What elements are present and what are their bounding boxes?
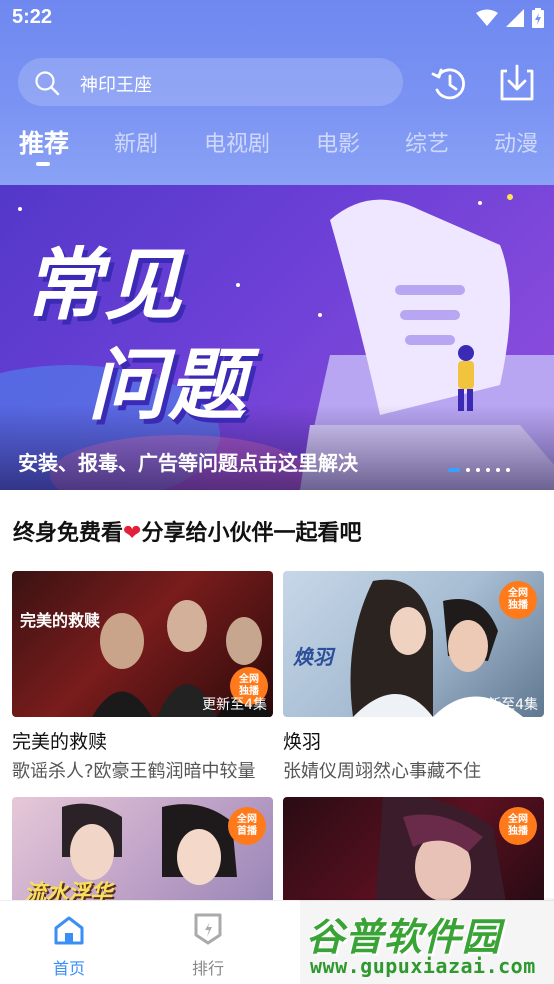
poster-title: 完美的救赎 [20,611,101,630]
tab-indicator [36,162,50,166]
video-card[interactable]: 流水浮华 全网 首播 [12,797,273,900]
search-input[interactable]: 神印王座 [18,58,403,106]
section-title-suffix: 分享给小伙伴一起看吧 [141,521,362,546]
tab-movie[interactable]: 电影 [316,126,360,158]
video-thumbnail: 焕羽 全网 独播 更新至4集 [283,571,544,717]
wifi-icon [476,9,498,26]
header: 5:22 神印王座 推荐 新剧 电视剧 电影 综艺 动漫 [0,0,554,185]
watermark-title: 谷普软件园 [306,915,502,959]
video-thumbnail: 流水浮华 全网 首播 [12,797,273,900]
home-icon [54,916,84,945]
tab-variety[interactable]: 综艺 [405,126,449,158]
poster-title: 焕羽 [293,645,333,669]
exclusive-tag: 全网 独播 [499,807,537,845]
search-row: 神印王座 [0,58,554,108]
search-query: 神印王座 [80,75,152,96]
video-card[interactable]: 完美的救赎 全网 独播 更新至4集 完美的救赎 歌谣杀人?欧豪王鹤润暗中较量 [12,571,273,786]
video-thumbnail: 全网 独播 [283,797,544,900]
nav-home-label: 首页 [52,959,85,978]
banner-title-line-2: 问题 [88,341,249,431]
carousel-dot [496,468,500,472]
episode-badge: 更新至4集 [473,697,538,713]
video-card[interactable]: 焕羽 全网 独播 更新至4集 焕羽 张婧仪周翊然心事藏不住 [283,571,544,786]
ranking-icon [194,913,222,945]
carousel-indicator [448,468,510,472]
video-subtitle: 张婧仪周翊然心事藏不住 [283,761,481,782]
video-title: 完美的救赎 [12,731,108,753]
watermark-url: www.gupuxiazai.com [310,954,536,978]
section-title: 终身免费看❤分享给小伙伴一起看吧 [13,515,361,547]
nav-home[interactable]: 首页 [24,901,114,984]
video-card[interactable]: 全网 独播 [283,797,544,900]
poster-title: 流水浮华 [24,881,113,900]
nav-ranking-label: 排行 [191,959,224,978]
carousel-dot [506,468,510,472]
tab-tv[interactable]: 电视剧 [204,126,270,158]
tab-new[interactable]: 新剧 [114,126,158,158]
carousel-dot [476,468,480,472]
carousel-dot [486,468,490,472]
banner-title-line-1: 常见 [24,241,185,331]
exclusive-tag: 全网 独播 [499,581,537,619]
heart-icon: ❤ [123,521,142,546]
tab-anime[interactable]: 动漫 [494,126,538,158]
nav-ranking[interactable]: 排行 [163,901,253,984]
history-icon [431,68,465,100]
exclusive-tag: 全网 首播 [228,807,266,845]
tab-recommend[interactable]: 推荐 [19,124,69,160]
carousel-dot-active [448,468,460,472]
banner-carousel[interactable]: 常见 问题 安装、报毒、广告等问题点击这里解决 [0,185,554,490]
status-time: 5:22 [12,6,53,28]
section-title-prefix: 终身免费看 [13,521,124,546]
status-icons [476,8,544,28]
history-button[interactable] [430,64,470,104]
signal-icon [506,9,524,27]
episode-badge: 更新至4集 [202,697,267,713]
download-button[interactable] [496,62,538,104]
video-subtitle: 歌谣杀人?欧豪王鹤润暗中较量 [12,761,256,782]
battery-icon [532,8,544,28]
search-icon [35,71,60,96]
status-bar: 5:22 [0,0,554,40]
watermark: 谷普软件园 www.gupuxiazai.com [300,898,554,984]
download-icon [500,64,534,101]
banner-caption: 安装、报毒、广告等问题点击这里解决 [18,451,358,475]
category-tabs: 推荐 新剧 电视剧 电影 综艺 动漫 [0,122,554,172]
video-title: 焕羽 [283,731,322,753]
carousel-dot [466,468,470,472]
video-thumbnail: 完美的救赎 全网 独播 更新至4集 [12,571,273,717]
